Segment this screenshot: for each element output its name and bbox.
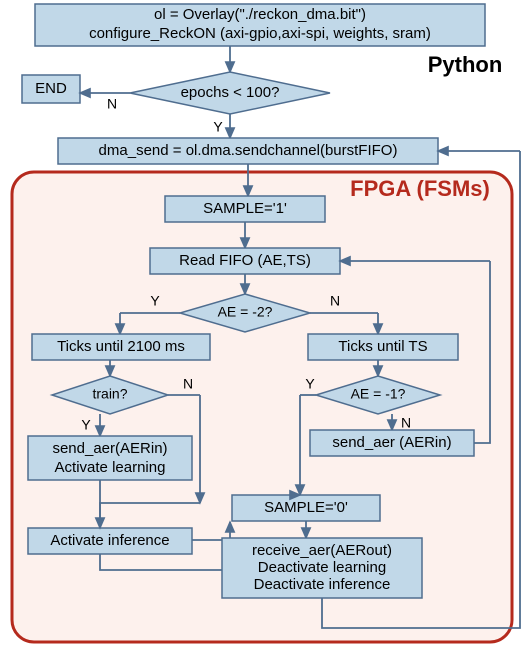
edge-n-1: N xyxy=(107,96,117,112)
edge-n-2: N xyxy=(330,293,340,309)
flowchart: Python FPGA (FSMs) ol = Overlay("./recko… xyxy=(0,0,530,650)
ae2-text: AE = -2? xyxy=(218,304,273,320)
actinf-text: Activate inference xyxy=(50,532,169,549)
edge-y-2: Y xyxy=(150,293,160,309)
end-text: END xyxy=(35,80,67,97)
readfifo-text: Read FIFO (AE,TS) xyxy=(179,252,311,269)
recv-line1: receive_aer(AERout) xyxy=(252,542,392,559)
fpga-label: FPGA (FSMs) xyxy=(350,176,490,201)
epochs-text: epochs < 100? xyxy=(181,84,280,101)
recv-line3: Deactivate inference xyxy=(254,576,391,593)
sample0-text: SAMPLE='0' xyxy=(264,499,348,516)
sendL-line1: send_aer(AERin) xyxy=(52,440,167,457)
train-text: train? xyxy=(92,386,127,402)
python-label: Python xyxy=(428,52,503,77)
edge-y-4: Y xyxy=(305,376,315,392)
sample1-text: SAMPLE='1' xyxy=(203,200,287,217)
edge-n-3: N xyxy=(183,376,193,392)
edge-y-1: Y xyxy=(213,119,223,135)
init-line1: ol = Overlay("./reckon_dma.bit") xyxy=(154,6,366,23)
ae1-text: AE = -1? xyxy=(351,386,406,402)
ticks2100-text: Ticks until 2100 ms xyxy=(57,338,185,355)
ticksTS-text: Ticks until TS xyxy=(338,338,427,355)
edge-y-3: Y xyxy=(81,417,91,433)
dma-text: dma_send = ol.dma.sendchannel(burstFIFO) xyxy=(99,142,398,159)
sendL-line2: Activate learning xyxy=(55,459,166,476)
init-line2: configure_ReckON (axi-gpio,axi-spi, weig… xyxy=(89,25,431,42)
sendR-text: send_aer (AERin) xyxy=(332,434,451,451)
recv-line2: Deactivate learning xyxy=(258,559,386,576)
edge-n-4: N xyxy=(401,415,411,431)
